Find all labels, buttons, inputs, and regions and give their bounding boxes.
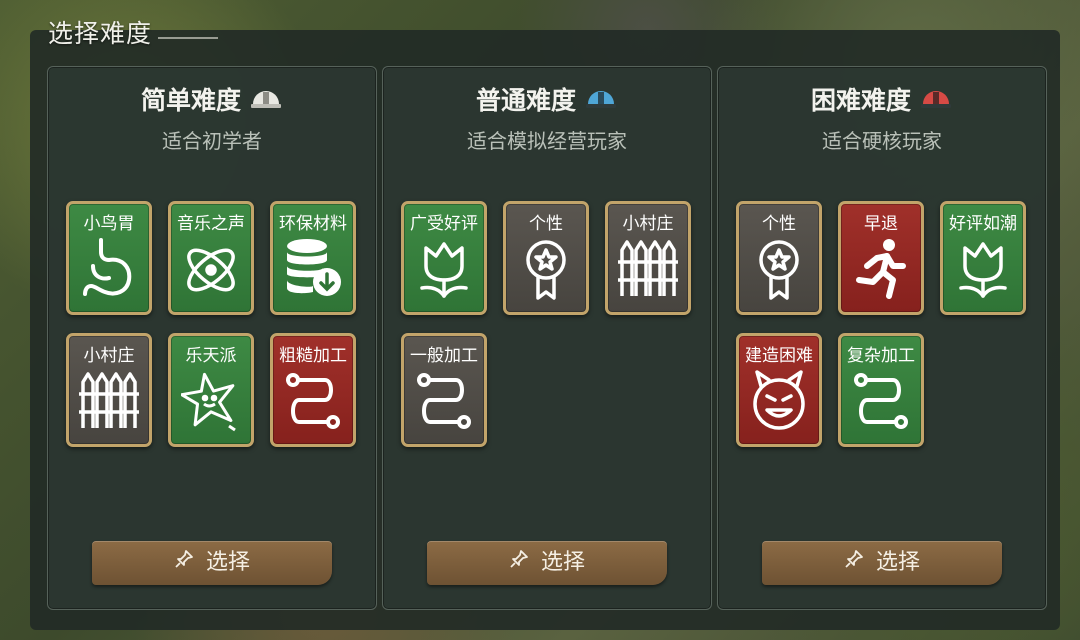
database-download-icon xyxy=(287,239,341,296)
difficulty-panel-hard: 困难难度 适合硬核玩家 个性 早退 好评如潮 建造困难 复杂加工 选择 xyxy=(717,66,1047,610)
trait-card-rough-processing[interactable]: 粗糙加工 xyxy=(270,333,356,447)
trait-label: 早退 xyxy=(864,214,898,234)
trait-card-personality[interactable]: 个性 xyxy=(503,201,589,315)
select-button-hard[interactable]: 选择 xyxy=(762,541,1002,585)
panel-subtitle: 适合硬核玩家 xyxy=(822,129,942,153)
panel-header: 简单难度 xyxy=(48,81,376,118)
panel-title: 困难难度 xyxy=(810,86,911,115)
trait-card-rave-reviews[interactable]: 好评如潮 xyxy=(940,201,1026,315)
tulip-icon xyxy=(959,242,1007,298)
panel-title: 简单难度 xyxy=(140,86,241,115)
atom-music-icon xyxy=(187,248,235,292)
trait-card-optimist[interactable]: 乐天派 xyxy=(168,333,254,447)
panel-header: 普通难度 xyxy=(383,81,711,118)
trait-card-well-received[interactable]: 广受好评 xyxy=(401,201,487,315)
select-label: 选择 xyxy=(205,550,250,575)
devil-face-icon xyxy=(753,370,805,430)
trait-label: 个性 xyxy=(529,214,563,234)
trait-label: 小鸟胃 xyxy=(83,214,135,234)
trait-card-personality[interactable]: 个性 xyxy=(736,201,822,315)
trait-label: 个性 xyxy=(762,214,796,234)
award-ribbon-icon xyxy=(526,240,566,300)
trait-label: 好评如潮 xyxy=(949,214,1017,234)
fence-icon xyxy=(618,240,678,296)
select-button-easy[interactable]: 选择 xyxy=(92,541,332,585)
helmet-blue-icon xyxy=(584,86,618,118)
trait-label: 复杂加工 xyxy=(847,346,915,366)
title-divider xyxy=(158,37,218,39)
route-icon xyxy=(286,373,340,429)
trait-label: 音乐之声 xyxy=(177,214,245,234)
trait-label: 粗糙加工 xyxy=(279,346,347,366)
award-ribbon-icon xyxy=(759,240,799,300)
page-title: 选择难度 xyxy=(48,19,153,48)
select-label: 选择 xyxy=(540,550,585,575)
panel-subtitle: 适合初学者 xyxy=(162,129,262,153)
trait-label: 小村庄 xyxy=(622,214,674,234)
trait-label: 小村庄 xyxy=(83,346,135,366)
trait-label: 广受好评 xyxy=(410,214,478,234)
trait-card-eco-materials[interactable]: 环保材料 xyxy=(270,201,356,315)
trait-card-complex-processing[interactable]: 复杂加工 xyxy=(838,333,924,447)
pin-icon xyxy=(844,541,864,585)
route-icon xyxy=(854,373,908,429)
stomach-icon xyxy=(83,238,132,296)
trait-card-small-village[interactable]: 小村庄 xyxy=(66,333,152,447)
trait-card-leave-early[interactable]: 早退 xyxy=(838,201,924,315)
panel-subtitle: 适合模拟经营玩家 xyxy=(467,129,627,153)
running-man-icon xyxy=(856,239,906,299)
pin-icon xyxy=(509,541,529,585)
trait-label: 环保材料 xyxy=(279,214,347,234)
trait-card-sound-of-music[interactable]: 音乐之声 xyxy=(168,201,254,315)
trait-card-small-village[interactable]: 小村庄 xyxy=(605,201,691,315)
trait-card-stomach[interactable]: 小鸟胃 xyxy=(66,201,152,315)
difficulty-panel-easy: 简单难度 适合初学者 小鸟胃 音乐之声 环保材料 小村庄 乐天派 粗糙加工 选择 xyxy=(47,66,377,610)
select-button-normal[interactable]: 选择 xyxy=(427,541,667,585)
trait-card-hard-construction[interactable]: 建造困难 xyxy=(736,333,822,447)
difficulty-panel-normal: 普通难度 适合模拟经营玩家 广受好评 个性 小村庄 一般加工 选择 xyxy=(382,66,712,610)
trait-label: 乐天派 xyxy=(185,346,237,366)
helmet-white-icon xyxy=(249,86,283,118)
panel-header: 困难难度 xyxy=(718,81,1046,118)
trait-label: 建造困难 xyxy=(745,346,813,366)
trait-card-normal-processing[interactable]: 一般加工 xyxy=(401,333,487,447)
fence-icon xyxy=(79,372,139,428)
trait-label: 一般加工 xyxy=(410,346,478,366)
panel-title: 普通难度 xyxy=(475,86,576,115)
route-icon xyxy=(417,373,471,429)
tulip-icon xyxy=(420,242,468,298)
happy-star-icon xyxy=(181,372,236,432)
pin-icon xyxy=(174,541,194,585)
helmet-red-icon xyxy=(919,86,953,118)
select-label: 选择 xyxy=(875,550,920,575)
